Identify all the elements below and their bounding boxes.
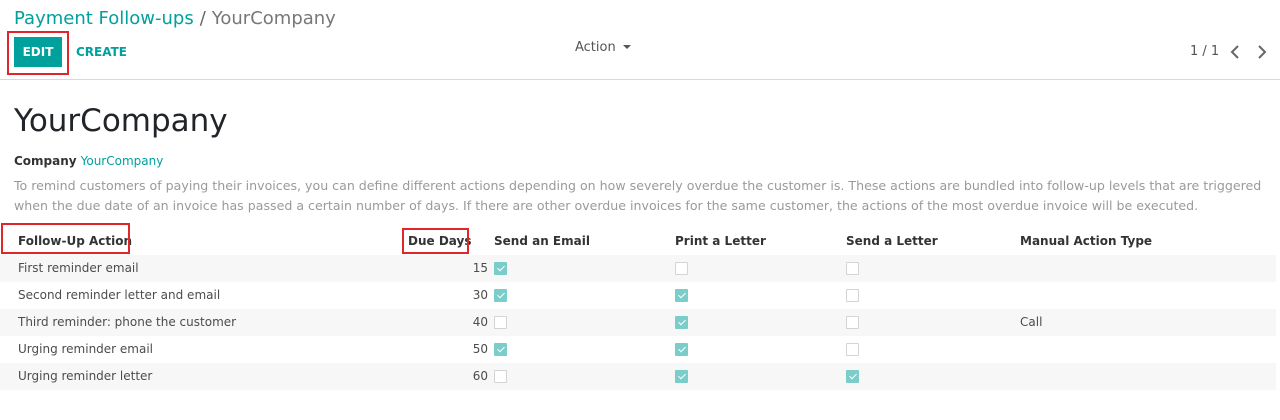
breadcrumb-parent-link[interactable]: Payment Follow-ups [14,8,194,29]
cell-manual-action-type: Call [1020,315,1043,329]
send-letter-checkbox[interactable] [846,262,859,275]
control-panel: Payment Follow-ups / YourCompany EDIT CREA… [0,0,1280,80]
company-link[interactable]: YourCompany [81,154,164,168]
caret-down-icon [622,45,631,49]
column-header-manual-action-type[interactable]: Manual Action Type [1020,233,1152,249]
send-email-checkbox[interactable] [494,316,507,329]
column-header-send-letter[interactable]: Send a Letter [846,233,938,249]
record-title: YourCompany [14,103,228,139]
send-letter-checkbox[interactable] [846,289,859,302]
chevron-left-icon [1230,45,1239,59]
table-row[interactable]: First reminder email 15 [0,255,1276,282]
column-header-follow-up-action[interactable]: Follow-Up Action [18,233,132,249]
column-header-print-letter[interactable]: Print a Letter [675,233,766,249]
send-email-checkbox[interactable] [494,289,507,302]
table-row[interactable]: Urging reminder email 50 [0,336,1276,363]
cell-follow-up-action: Urging reminder letter [18,369,153,383]
send-letter-checkbox[interactable] [846,370,859,383]
cell-due-days: 60 [472,369,488,383]
table-row[interactable]: Second reminder letter and email 30 [0,282,1276,309]
breadcrumb-separator: / [199,8,206,29]
breadcrumb-current: YourCompany [211,8,336,29]
send-letter-checkbox[interactable] [846,343,859,356]
print-letter-checkbox[interactable] [675,316,688,329]
cell-due-days: 40 [472,315,488,329]
company-label: Company [14,154,77,168]
pager-next-button[interactable] [1253,40,1271,64]
cell-follow-up-action: Urging reminder email [18,342,154,356]
cell-follow-up-action: Second reminder letter and email [18,288,221,302]
edit-button[interactable]: EDIT [14,37,62,67]
pager-previous-button[interactable] [1227,40,1245,64]
company-field: Company YourCompany [14,153,163,169]
print-letter-checkbox[interactable] [675,262,688,275]
cell-due-days: 30 [472,288,488,302]
chevron-right-icon [1258,45,1267,59]
cell-due-days: 15 [472,261,488,275]
print-letter-checkbox[interactable] [675,343,688,356]
column-header-send-email[interactable]: Send an Email [494,233,590,249]
column-header-due-days[interactable]: Due Days [408,233,471,249]
cell-due-days: 50 [472,342,488,356]
send-email-checkbox[interactable] [494,343,507,356]
table-row[interactable]: Third reminder: phone the customer 40 Ca… [0,309,1276,336]
create-button[interactable]: CREATE [76,44,127,60]
print-letter-checkbox[interactable] [675,370,688,383]
send-email-checkbox[interactable] [494,262,507,275]
help-text: To remind customers of paying their invo… [14,178,1262,213]
action-dropdown-label: Action [575,40,616,55]
action-dropdown[interactable]: Action [575,40,631,56]
pager-value[interactable]: 1 / 1 [1190,44,1219,60]
send-letter-checkbox[interactable] [846,316,859,329]
print-letter-checkbox[interactable] [675,289,688,302]
send-email-checkbox[interactable] [494,370,507,383]
table-row[interactable]: Urging reminder letter 60 [0,363,1276,390]
cell-follow-up-action: Third reminder: phone the customer [18,315,237,329]
breadcrumb: Payment Follow-ups / YourCompany [14,7,336,31]
cell-follow-up-action: First reminder email [18,261,139,275]
